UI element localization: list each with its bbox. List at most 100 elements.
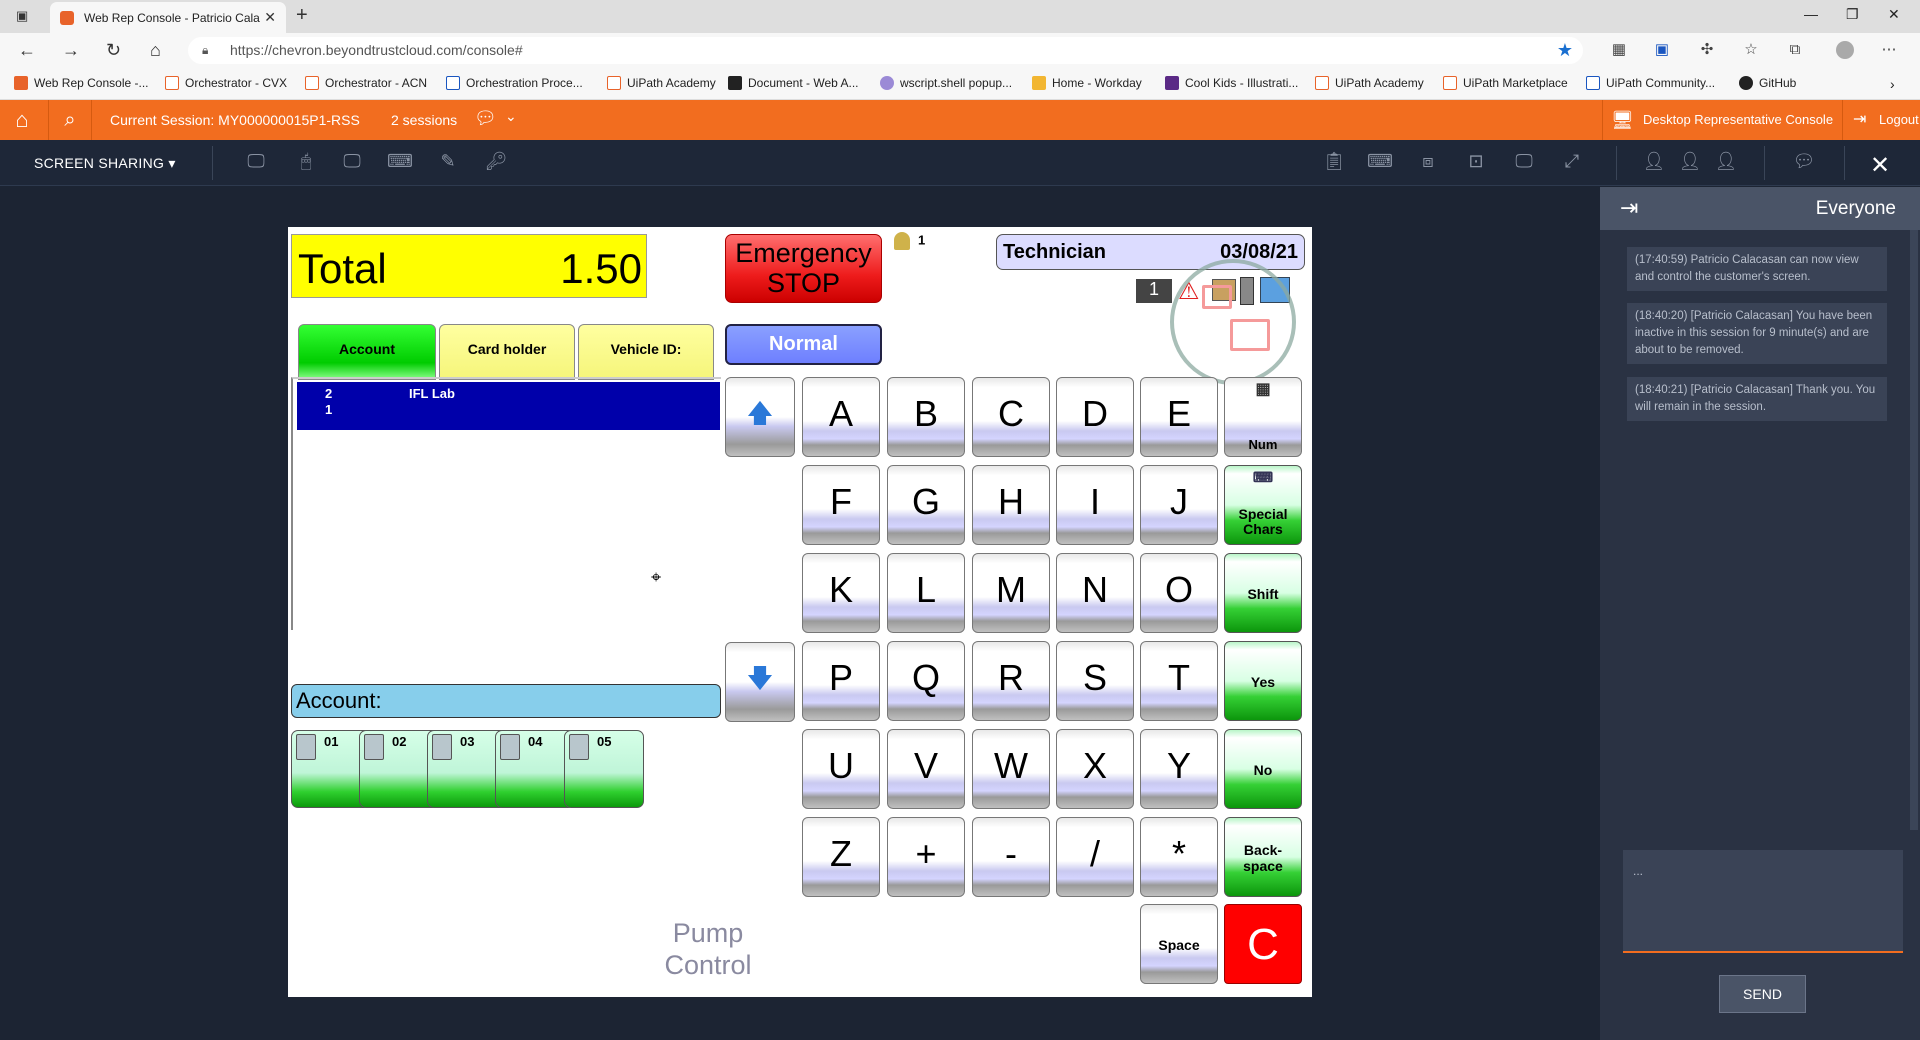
key[interactable]: -: [972, 817, 1050, 897]
clear-key[interactable]: C: [1224, 904, 1302, 984]
key[interactable]: X: [1056, 729, 1134, 809]
bookmark[interactable]: UiPath Academy: [1315, 76, 1424, 90]
minimize-button[interactable]: —: [1804, 6, 1818, 22]
key[interactable]: G: [887, 465, 965, 545]
key[interactable]: F: [802, 465, 880, 545]
key[interactable]: B: [887, 377, 965, 457]
bookmark[interactable]: wscript.shell popup...: [880, 76, 1012, 90]
home-button[interactable]: ⌂: [150, 40, 161, 61]
pump-button-05[interactable]: 05: [564, 730, 644, 808]
key[interactable]: N: [1056, 553, 1134, 633]
pump-button-04[interactable]: 04: [495, 730, 575, 808]
chat-input[interactable]: ...: [1623, 850, 1903, 953]
favorite-star-icon[interactable]: ★: [1557, 37, 1573, 64]
tab-actions-icon[interactable]: ▣: [16, 8, 28, 24]
bookmark[interactable]: UiPath Academy: [607, 76, 716, 90]
key[interactable]: U: [802, 729, 880, 809]
key[interactable]: K: [802, 553, 880, 633]
clipboard-icon[interactable]: 📋︎: [1320, 151, 1348, 175]
keyboard-icon[interactable]: ⌨︎: [1366, 151, 1394, 175]
key[interactable]: E: [1140, 377, 1218, 457]
maximize-button[interactable]: ❐: [1846, 6, 1859, 23]
bookmark[interactable]: Cool Kids - Illustrati...: [1165, 76, 1298, 90]
search-icon[interactable]: ⌕: [48, 100, 92, 140]
backspace-key[interactable]: Back- space: [1224, 817, 1302, 897]
collections-icon[interactable]: ⧉: [1786, 41, 1804, 59]
fullscreen-icon[interactable]: ⤢: [1558, 151, 1586, 175]
fit-screen-icon[interactable]: ⊡: [1462, 151, 1490, 175]
close-tab-icon[interactable]: ✕: [264, 9, 276, 26]
profile-avatar[interactable]: ●: [1836, 41, 1854, 59]
bookmarks-overflow-icon[interactable]: ›: [1890, 76, 1895, 92]
multi-monitor-icon[interactable]: ⧈: [1414, 151, 1442, 175]
special-chars-key[interactable]: ⌨︎ Special Chars: [1224, 465, 1302, 545]
favorites-icon[interactable]: ☆: [1742, 41, 1760, 59]
display-settings-icon[interactable]: 🖵︎: [338, 151, 366, 175]
bookmark[interactable]: Document - Web A...: [728, 76, 859, 90]
key[interactable]: P: [802, 641, 880, 721]
desktop-rep-console-button[interactable]: 🖥︎ Desktop Representative Console: [1602, 100, 1833, 140]
key[interactable]: O: [1140, 553, 1218, 633]
forward-button[interactable]: →: [62, 40, 80, 61]
key[interactable]: T: [1140, 641, 1218, 721]
tab-vehicle-id[interactable]: Vehicle ID:: [578, 324, 714, 380]
bookmark[interactable]: UiPath Marketplace: [1443, 76, 1568, 90]
bookmark[interactable]: UiPath Community...: [1586, 76, 1715, 90]
key[interactable]: A: [802, 377, 880, 457]
chevron-down-icon[interactable]: ⌄: [505, 108, 517, 125]
key[interactable]: W: [972, 729, 1050, 809]
key[interactable]: Y: [1140, 729, 1218, 809]
list-item-selected[interactable]: 21 IFL Lab: [297, 382, 720, 430]
remote-screen[interactable]: Total 1.50 Emergency STOP 1 Technician 0…: [288, 227, 1312, 997]
key[interactable]: Q: [887, 641, 965, 721]
key[interactable]: D: [1056, 377, 1134, 457]
menu-icon[interactable]: ⋯: [1880, 41, 1898, 59]
mode-normal-button[interactable]: Normal: [725, 324, 882, 365]
bookmark[interactable]: Orchestration Proce...: [446, 76, 583, 90]
home-icon[interactable]: ⌂: [0, 100, 44, 140]
actual-size-icon[interactable]: 🖵︎: [1510, 151, 1538, 175]
account-list[interactable]: 21 IFL Lab: [291, 377, 721, 630]
mouse-icon[interactable]: 🖱︎: [292, 151, 320, 175]
bookmark[interactable]: Web Rep Console -...: [14, 76, 149, 90]
logout-button[interactable]: ⇥ Logout: [1842, 100, 1920, 140]
user-settings-icon[interactable]: 👤︎: [1640, 151, 1668, 175]
key[interactable]: +: [887, 817, 965, 897]
chat-bubbles-icon[interactable]: 💬︎: [474, 108, 497, 129]
sessions-count[interactable]: 2 sessions: [391, 112, 457, 128]
bookmark[interactable]: Orchestrator - ACN: [305, 76, 427, 90]
chat-scrollbar[interactable]: [1910, 230, 1918, 830]
screen-sharing-dropdown[interactable]: SCREEN SHARING ▾: [34, 155, 176, 172]
shift-key[interactable]: Shift: [1224, 553, 1302, 633]
yes-key[interactable]: Yes: [1224, 641, 1302, 721]
key[interactable]: H: [972, 465, 1050, 545]
user-check-icon[interactable]: 👤︎: [1712, 151, 1740, 175]
no-key[interactable]: No: [1224, 729, 1302, 809]
key[interactable]: C: [972, 377, 1050, 457]
key[interactable]: /: [1056, 817, 1134, 897]
close-window-button[interactable]: ✕: [1888, 6, 1900, 23]
uipath-extension-icon[interactable]: ▣: [1653, 41, 1671, 59]
bookmark[interactable]: Orchestrator - CVX: [165, 76, 287, 90]
chat-icon[interactable]: 💬︎: [1790, 151, 1818, 175]
refresh-button[interactable]: ↻: [106, 40, 121, 61]
key[interactable]: J: [1140, 465, 1218, 545]
space-key[interactable]: Space: [1140, 904, 1218, 984]
scroll-down-button[interactable]: 🡇: [725, 642, 795, 722]
key[interactable]: V: [887, 729, 965, 809]
extension-icon[interactable]: ▦: [1610, 41, 1628, 59]
tab-card-holder[interactable]: Card holder: [439, 324, 575, 380]
key[interactable]: L: [887, 553, 965, 633]
bookmark[interactable]: GitHub: [1739, 76, 1796, 90]
bookmark[interactable]: Home - Workday: [1032, 76, 1142, 90]
screen-icon[interactable]: 🖵︎: [242, 151, 270, 175]
key[interactable]: S: [1056, 641, 1134, 721]
key[interactable]: I: [1056, 465, 1134, 545]
key[interactable]: Z: [802, 817, 880, 897]
tab-account[interactable]: Account: [298, 324, 436, 380]
emergency-stop-button[interactable]: Emergency STOP: [725, 234, 882, 303]
puzzle-icon[interactable]: ✣: [1698, 41, 1716, 59]
key[interactable]: *: [1140, 817, 1218, 897]
send-button[interactable]: SEND: [1719, 975, 1806, 1013]
key-icon[interactable]: 🔑︎: [482, 151, 510, 175]
